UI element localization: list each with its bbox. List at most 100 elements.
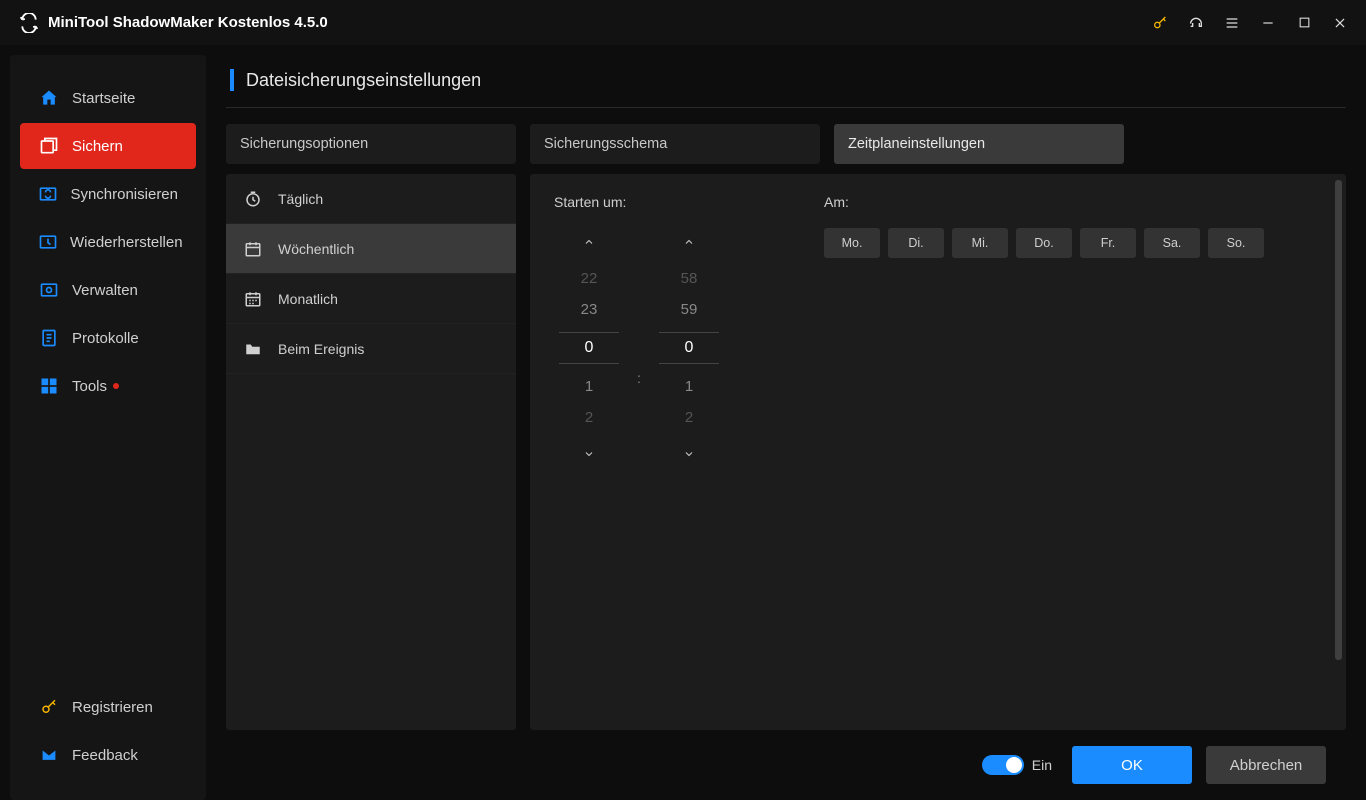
minute-value: 58 <box>681 270 698 287</box>
toggle-label: Ein <box>1032 757 1052 773</box>
ok-button[interactable]: OK <box>1072 746 1192 784</box>
freq-monthly[interactable]: Monatlich <box>226 274 516 324</box>
logs-icon <box>38 327 60 349</box>
hour-down-button[interactable] <box>554 440 624 468</box>
maximize-icon[interactable] <box>1296 15 1312 31</box>
menu-icon[interactable] <box>1224 15 1240 31</box>
frequency-panel: Täglich Wöchentlich Monatlich Beim Ereig… <box>226 174 516 730</box>
tab-label: Sicherungsoptionen <box>240 136 368 152</box>
day-sat[interactable]: Sa. <box>1144 228 1200 258</box>
sidebar: Startseite Sichern Synchronisieren Wiede… <box>10 55 206 800</box>
page-title: Dateisicherungseinstellungen <box>246 70 481 91</box>
hour-value: 22 <box>581 270 598 287</box>
freq-daily[interactable]: Täglich <box>226 174 516 224</box>
minute-value: 59 <box>681 301 698 318</box>
sync-icon <box>38 183 58 205</box>
close-icon[interactable] <box>1332 15 1348 31</box>
day-sun[interactable]: So. <box>1208 228 1264 258</box>
sidebar-item-feedback[interactable]: Feedback <box>20 732 196 778</box>
sidebar-item-label: Sichern <box>72 138 123 155</box>
freq-label: Täglich <box>278 191 323 207</box>
sidebar-item-label: Registrieren <box>72 699 153 716</box>
manage-icon <box>38 279 60 301</box>
app-logo-icon <box>18 12 40 34</box>
time-separator: : <box>624 310 654 386</box>
minute-up-button[interactable] <box>654 228 724 256</box>
enable-toggle[interactable] <box>982 755 1024 775</box>
sidebar-item-label: Wiederherstellen <box>70 234 183 251</box>
sidebar-item-label: Synchronisieren <box>70 186 178 203</box>
freq-weekly[interactable]: Wöchentlich <box>226 224 516 274</box>
scrollbar[interactable] <box>1335 180 1342 660</box>
start-time-column: Starten um: 22 23 0 1 2 <box>554 194 724 468</box>
hour-up-button[interactable] <box>554 228 624 256</box>
day-wed[interactable]: Mi. <box>952 228 1008 258</box>
clock-icon <box>242 188 264 210</box>
hour-value: 1 <box>585 378 593 395</box>
freq-on-event[interactable]: Beim Ereignis <box>226 324 516 374</box>
freq-label: Wöchentlich <box>278 241 354 257</box>
days-row: Mo. Di. Mi. Do. Fr. Sa. So. <box>824 228 1264 258</box>
tab-label: Sicherungsschema <box>544 136 667 152</box>
sidebar-item-sync[interactable]: Synchronisieren <box>20 171 196 217</box>
page-header: Dateisicherungseinstellungen <box>226 65 1346 108</box>
sidebar-item-label: Startseite <box>72 90 135 107</box>
enable-toggle-wrap: Ein <box>982 755 1052 775</box>
sidebar-item-tools[interactable]: Tools <box>20 363 196 409</box>
restore-icon <box>38 231 58 253</box>
days-column: Am: Mo. Di. Mi. Do. Fr. Sa. So. <box>824 194 1264 468</box>
freq-label: Beim Ereignis <box>278 341 364 357</box>
titlebar-left: MiniTool ShadowMaker Kostenlos 4.5.0 <box>18 12 328 34</box>
key-icon[interactable] <box>1152 15 1168 31</box>
sidebar-item-manage[interactable]: Verwalten <box>20 267 196 313</box>
notification-dot-icon <box>113 383 119 389</box>
sidebar-item-backup[interactable]: Sichern <box>20 123 196 169</box>
day-thu[interactable]: Do. <box>1016 228 1072 258</box>
sidebar-item-register[interactable]: Registrieren <box>20 684 196 730</box>
start-time-label: Starten um: <box>554 194 724 210</box>
tab-schedule-settings[interactable]: Zeitplaneinstellungen <box>834 124 1124 164</box>
calendar-week-icon <box>242 238 264 260</box>
key-icon <box>38 696 60 718</box>
freq-label: Monatlich <box>278 291 338 307</box>
tab-backup-scheme[interactable]: Sicherungsschema <box>530 124 820 164</box>
footer-bar: Ein OK Abbrechen <box>226 730 1346 800</box>
days-label: Am: <box>824 194 1264 210</box>
titlebar-right <box>1152 15 1348 31</box>
sidebar-item-label: Protokolle <box>72 330 139 347</box>
sidebar-item-restore[interactable]: Wiederherstellen <box>20 219 196 265</box>
sidebar-item-label: Tools <box>72 378 107 395</box>
hour-value: 2 <box>585 409 593 426</box>
minute-value-current[interactable]: 0 <box>659 332 719 364</box>
tabs-row: Sicherungsoptionen Sicherungsschema Zeit… <box>226 124 1346 164</box>
content-row: Täglich Wöchentlich Monatlich Beim Ereig… <box>226 174 1346 730</box>
day-tue[interactable]: Di. <box>888 228 944 258</box>
tab-label: Zeitplaneinstellungen <box>848 136 985 152</box>
cancel-button[interactable]: Abbrechen <box>1206 746 1326 784</box>
schedule-panel: Starten um: 22 23 0 1 2 <box>530 174 1346 730</box>
sidebar-item-label: Feedback <box>72 747 138 764</box>
hour-value-current[interactable]: 0 <box>559 332 619 364</box>
sidebar-item-logs[interactable]: Protokolle <box>20 315 196 361</box>
backup-icon <box>38 135 60 157</box>
sidebar-item-label: Verwalten <box>72 282 138 299</box>
tab-backup-options[interactable]: Sicherungsoptionen <box>226 124 516 164</box>
hour-spinner[interactable]: 22 23 0 1 2 <box>554 228 624 468</box>
minute-spinner[interactable]: 58 59 0 1 2 <box>654 228 724 468</box>
folder-icon <box>242 338 264 360</box>
minute-down-button[interactable] <box>654 440 724 468</box>
header-accent-bar <box>230 69 234 91</box>
sidebar-item-home[interactable]: Startseite <box>20 75 196 121</box>
calendar-month-icon <box>242 288 264 310</box>
main: Dateisicherungseinstellungen Sicherungso… <box>206 45 1366 800</box>
toggle-knob-icon <box>1006 757 1022 773</box>
headset-icon[interactable] <box>1188 15 1204 31</box>
home-icon <box>38 87 60 109</box>
app-title: MiniTool ShadowMaker Kostenlos 4.5.0 <box>48 14 328 31</box>
minimize-icon[interactable] <box>1260 15 1276 31</box>
minute-value: 2 <box>685 409 693 426</box>
day-mon[interactable]: Mo. <box>824 228 880 258</box>
day-fri[interactable]: Fr. <box>1080 228 1136 258</box>
mail-icon <box>38 744 60 766</box>
hour-value: 23 <box>581 301 598 318</box>
